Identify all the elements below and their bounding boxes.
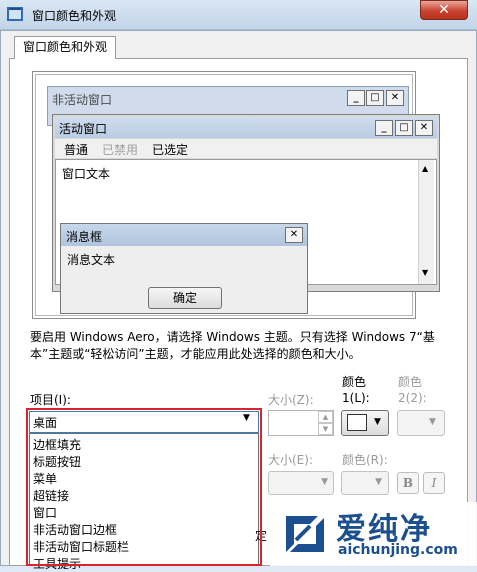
menu-item-selected[interactable]: 已选定 <box>152 141 188 158</box>
spin-down-icon[interactable]: ▼ <box>318 423 333 435</box>
menu-item-disabled[interactable]: 已禁用 <box>102 141 138 158</box>
maximize-icon: □ <box>366 90 384 106</box>
italic-button[interactable]: I <box>423 472 445 494</box>
minimize-icon: _ <box>347 90 365 106</box>
close-button[interactable]: ✕ <box>420 0 468 20</box>
watermark-url: aichunjing.com <box>338 542 458 558</box>
message-text[interactable]: 消息文本 <box>67 251 115 268</box>
item-label: 项目(I): <box>30 393 71 407</box>
message-box-title[interactable]: 消息框 <box>66 228 102 245</box>
size-label: 大小(Z): <box>268 393 314 407</box>
minimize-icon: _ <box>375 120 393 136</box>
menu-item-normal[interactable]: 普通 <box>64 141 88 158</box>
watermark-logo-icon <box>286 516 324 552</box>
window-text[interactable]: 窗口文本 <box>62 165 110 182</box>
app-icon <box>7 7 23 21</box>
font-color-button[interactable]: ▼ <box>341 471 389 495</box>
bold-button[interactable]: B <box>397 472 419 494</box>
preview-ok-button[interactable]: 确定 <box>148 287 222 309</box>
font-size-label: 大小(E): <box>268 453 313 467</box>
aero-description: 要启用 Windows Aero，请选择 Windows 主题。只有选择 Win… <box>30 330 435 361</box>
chevron-down-icon: ▼ <box>429 417 436 427</box>
window-title: 窗口颜色和外观 <box>32 9 117 23</box>
chevron-down-icon: ▼ <box>374 417 381 427</box>
tab-window-color-appearance[interactable]: 窗口颜色和外观 <box>14 36 116 59</box>
highlight-box <box>26 408 262 566</box>
inactive-window-title[interactable]: 非活动窗口 <box>52 91 112 108</box>
active-window-title[interactable]: 活动窗口 <box>59 120 107 137</box>
scroll-down-icon: ▼ <box>422 268 429 277</box>
color2-button[interactable] <box>397 410 445 436</box>
color1-label-top: 颜色 <box>342 375 367 389</box>
spin-up-icon[interactable]: ▲ <box>318 411 333 423</box>
color2-label-bottom: 2(2): <box>398 391 427 405</box>
color1-label-bottom: 1(L): <box>342 391 370 405</box>
preview-scrollbar[interactable]: ▲ ▼ <box>418 160 434 284</box>
chevron-down-icon: ▼ <box>321 477 328 487</box>
font-color-label: 颜色(R): <box>342 453 388 467</box>
close-icon: ✕ <box>386 90 404 106</box>
font-size-select[interactable]: ▼ <box>268 471 334 495</box>
close-icon: ✕ <box>285 227 303 243</box>
close-icon: ✕ <box>415 120 433 136</box>
chevron-down-icon: ▼ <box>375 477 382 487</box>
color2-label-top: 颜色 <box>398 375 423 389</box>
scroll-up-icon: ▲ <box>422 164 429 173</box>
maximize-icon: □ <box>395 120 413 136</box>
color1-swatch <box>347 414 367 431</box>
